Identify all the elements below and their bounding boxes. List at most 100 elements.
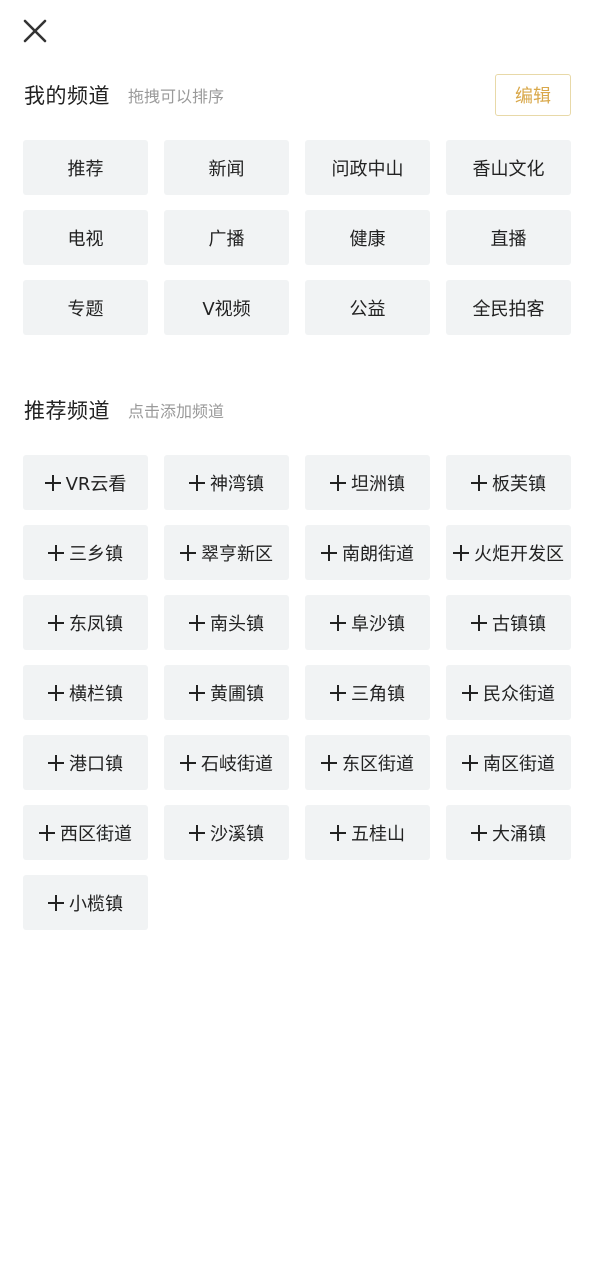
channel-label: 电视 bbox=[67, 228, 104, 250]
channel-label: 全民拍客 bbox=[472, 298, 545, 320]
recommended-channel-chip[interactable]: VR云看 bbox=[23, 455, 148, 510]
recommended-channel-chip[interactable]: 阜沙镇 bbox=[305, 595, 430, 650]
channel-label: 东区街道 bbox=[342, 753, 414, 775]
recommended-channel-chip[interactable]: 大涌镇 bbox=[446, 805, 571, 860]
my-channel-chip[interactable]: 电视 bbox=[23, 210, 148, 265]
channel-label: 推荐 bbox=[67, 158, 104, 180]
recommended-channel-chip[interactable]: 板芙镇 bbox=[446, 455, 571, 510]
channel-label: 直播 bbox=[490, 228, 527, 250]
close-button[interactable] bbox=[20, 16, 50, 46]
channel-label: 西区街道 bbox=[60, 823, 132, 845]
recommended-channel-chip[interactable]: 翠亨新区 bbox=[164, 525, 289, 580]
channel-label: 南头镇 bbox=[210, 613, 264, 635]
recommended-channel-chip[interactable]: 古镇镇 bbox=[446, 595, 571, 650]
plus-icon bbox=[189, 614, 205, 631]
plus-icon bbox=[48, 894, 64, 911]
edit-button[interactable]: 编辑 bbox=[495, 74, 571, 116]
channel-label: 沙溪镇 bbox=[210, 823, 264, 845]
recommended-channel-chip[interactable]: 东凤镇 bbox=[23, 595, 148, 650]
recommended-channel-chip[interactable]: 黄圃镇 bbox=[164, 665, 289, 720]
channel-label: 黄圃镇 bbox=[210, 683, 264, 705]
recommended-channels-grid: VR云看 神湾镇 坦洲镇 板芙镇三乡镇 翠亨新区 南朗街道 火炬开发区东凤镇 南头镇 阜沙镇 古镇… bbox=[23, 455, 571, 930]
channel-label: 广播 bbox=[208, 228, 245, 250]
recommended-channel-chip[interactable]: 西区街道 bbox=[23, 805, 148, 860]
recommended-channel-chip[interactable]: 港口镇 bbox=[23, 735, 148, 790]
recommended-channel-chip[interactable]: 南区街道 bbox=[446, 735, 571, 790]
channel-label: 小榄镇 bbox=[69, 893, 123, 915]
channel-label: 新闻 bbox=[208, 158, 245, 180]
recommended-channels-title: 推荐频道 bbox=[24, 399, 110, 423]
channel-label: 专题 bbox=[67, 298, 104, 320]
recommended-channel-chip[interactable]: 南头镇 bbox=[164, 595, 289, 650]
channel-label: 石岐街道 bbox=[201, 753, 273, 775]
channel-label: 南朗街道 bbox=[342, 543, 414, 565]
recommended-channel-chip[interactable]: 石岐街道 bbox=[164, 735, 289, 790]
plus-icon bbox=[471, 824, 487, 841]
plus-icon bbox=[48, 754, 64, 771]
my-channels-hint: 拖拽可以排序 bbox=[128, 87, 225, 106]
channel-label: 三乡镇 bbox=[69, 543, 123, 565]
recommended-channel-chip[interactable]: 南朗街道 bbox=[305, 525, 430, 580]
plus-icon bbox=[189, 684, 205, 701]
recommended-channel-chip[interactable]: 横栏镇 bbox=[23, 665, 148, 720]
plus-icon bbox=[330, 614, 346, 631]
channel-label: 大涌镇 bbox=[492, 823, 546, 845]
close-icon bbox=[23, 19, 47, 43]
plus-icon bbox=[48, 684, 64, 701]
recommended-channel-chip[interactable]: 三乡镇 bbox=[23, 525, 148, 580]
recommended-channel-chip[interactable]: 神湾镇 bbox=[164, 455, 289, 510]
my-channel-chip[interactable]: 专题 bbox=[23, 280, 148, 335]
channel-label: 问政中山 bbox=[331, 158, 404, 180]
channel-label: 古镇镇 bbox=[492, 613, 546, 635]
plus-icon bbox=[453, 544, 469, 561]
my-channel-chip[interactable]: V视频 bbox=[164, 280, 289, 335]
my-channels-title: 我的频道 bbox=[24, 84, 110, 108]
plus-icon bbox=[44, 474, 61, 491]
channel-label: 横栏镇 bbox=[69, 683, 123, 705]
channel-label: 香山文化 bbox=[472, 158, 545, 180]
plus-icon bbox=[330, 474, 346, 491]
channel-label: 五桂山 bbox=[351, 823, 405, 845]
my-channel-chip[interactable]: 香山文化 bbox=[446, 140, 571, 195]
channel-label: 三角镇 bbox=[351, 683, 405, 705]
channel-label: 阜沙镇 bbox=[351, 613, 405, 635]
channel-label: 火炬开发区 bbox=[474, 543, 564, 565]
my-channel-chip[interactable]: 新闻 bbox=[164, 140, 289, 195]
channel-label: 东凤镇 bbox=[69, 613, 123, 635]
recommended-channel-chip[interactable]: 沙溪镇 bbox=[164, 805, 289, 860]
channel-label: 南区街道 bbox=[483, 753, 555, 775]
plus-icon bbox=[471, 614, 487, 631]
plus-icon bbox=[471, 474, 487, 491]
channel-label: VR云看 bbox=[65, 473, 127, 495]
plus-icon bbox=[39, 824, 55, 841]
recommended-channel-chip[interactable]: 东区街道 bbox=[305, 735, 430, 790]
channel-label: V视频 bbox=[202, 298, 251, 320]
recommended-channel-chip[interactable]: 民众街道 bbox=[446, 665, 571, 720]
channel-label: 公益 bbox=[349, 298, 386, 320]
channel-label: 健康 bbox=[349, 228, 386, 250]
my-channel-chip[interactable]: 直播 bbox=[446, 210, 571, 265]
recommended-channel-chip[interactable]: 小榄镇 bbox=[23, 875, 148, 930]
recommended-channels-header: 推荐频道 点击添加频道 bbox=[24, 388, 571, 432]
channel-label: 坦洲镇 bbox=[351, 473, 405, 495]
plus-icon bbox=[180, 544, 196, 561]
my-channel-chip[interactable]: 问政中山 bbox=[305, 140, 430, 195]
channel-label: 神湾镇 bbox=[210, 473, 264, 495]
recommended-channel-chip[interactable]: 火炬开发区 bbox=[446, 525, 571, 580]
channel-label: 翠亨新区 bbox=[201, 543, 273, 565]
my-channel-chip[interactable]: 全民拍客 bbox=[446, 280, 571, 335]
my-channels-grid: 推荐 新闻 问政中山 香山文化电视 广播 健康 直播专题 V视频 公益 全民拍客 bbox=[23, 140, 571, 335]
recommended-channel-chip[interactable]: 坦洲镇 bbox=[305, 455, 430, 510]
plus-icon bbox=[48, 544, 64, 561]
plus-icon bbox=[330, 684, 346, 701]
my-channel-chip[interactable]: 广播 bbox=[164, 210, 289, 265]
plus-icon bbox=[189, 824, 205, 841]
my-channel-chip[interactable]: 健康 bbox=[305, 210, 430, 265]
my-channel-chip[interactable]: 公益 bbox=[305, 280, 430, 335]
my-channel-chip[interactable]: 推荐 bbox=[23, 140, 148, 195]
recommended-channels-hint: 点击添加频道 bbox=[128, 402, 225, 421]
plus-icon bbox=[462, 684, 478, 701]
plus-icon bbox=[180, 754, 196, 771]
recommended-channel-chip[interactable]: 五桂山 bbox=[305, 805, 430, 860]
recommended-channel-chip[interactable]: 三角镇 bbox=[305, 665, 430, 720]
